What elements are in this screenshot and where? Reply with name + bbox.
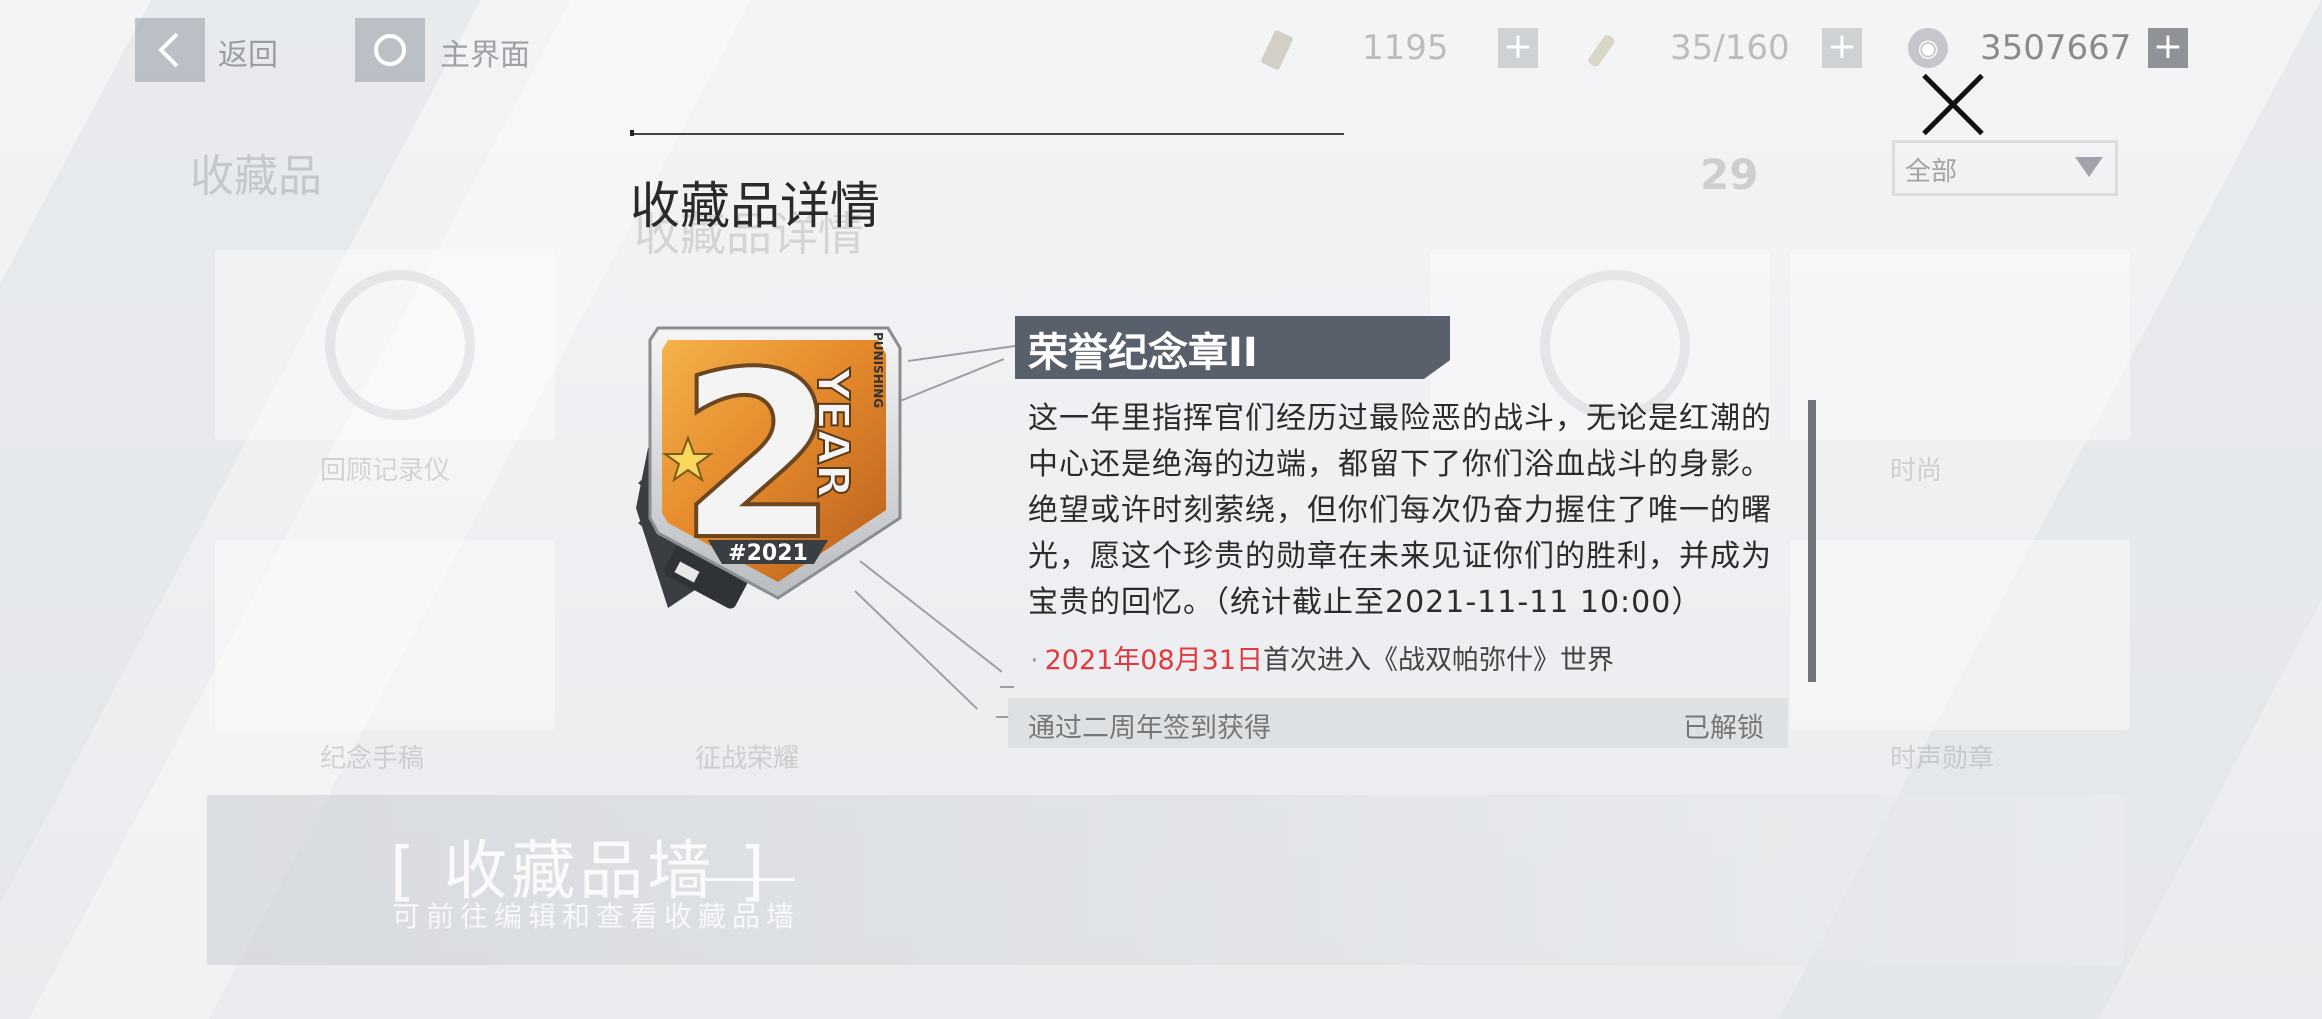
bg-filter-value: 全部: [1905, 157, 1958, 187]
medal-brand-text: PUNISHING: [871, 332, 885, 408]
coin-count: 3507667: [1980, 28, 2132, 68]
coin-icon: ◉: [1908, 28, 1948, 68]
connector-line: [1000, 686, 1014, 688]
home-label: 主界面: [440, 38, 530, 73]
bg-grid-label: 时尚: [1890, 456, 1943, 486]
bg-grid-label: 征战荣耀: [695, 744, 800, 774]
medal-image: 2 YEAR PUNISHING #2021: [636, 322, 902, 609]
blackcard-count: 1195: [1362, 28, 1449, 68]
blackcard-icon: [1261, 30, 1293, 70]
chevron-left-icon: [158, 32, 179, 68]
banner-divider: [700, 878, 795, 881]
chevron-down-icon: [2075, 157, 2103, 177]
bullet-icon: ·: [1030, 645, 1039, 676]
item-description: 这一年里指挥官们经历过最险恶的战斗，无论是红潮的中心还是绝海的边端，都留下了你们…: [1028, 401, 1772, 620]
unlock-status: 已解锁: [1683, 713, 1764, 744]
medal-year-text: YEAR: [807, 367, 858, 498]
first-entry-text: 首次进入《战双帕弥什》世界: [1263, 645, 1615, 676]
bg-filter-select: 全部: [1892, 140, 2118, 196]
bg-grid-label: 纪念手稿: [320, 744, 425, 774]
bg-grid-cell: [215, 540, 555, 730]
serum-icon: [1588, 35, 1615, 67]
serum-count: 35/160: [1670, 28, 1790, 68]
bg-grid-cell: [215, 250, 555, 440]
banner-subtitle: 可前往编辑和查看收藏品墙: [392, 900, 801, 933]
back-label: 返回: [218, 38, 278, 73]
modal-title: 收藏品详情: [630, 177, 880, 235]
description-scrollbar[interactable]: [1808, 400, 1816, 682]
bg-grid-cell: [1790, 250, 2130, 440]
medal-tag-text: #2021: [728, 541, 808, 566]
bg-page-title: 收藏品: [190, 151, 322, 202]
add-blackcard-button[interactable]: +: [1498, 28, 1538, 68]
circle-icon: [374, 34, 406, 66]
home-button[interactable]: [355, 18, 425, 82]
bg-grid-label: 时声勋章: [1890, 744, 1995, 774]
add-serum-button[interactable]: +: [1822, 28, 1862, 68]
obtain-method: 通过二周年签到获得: [1028, 713, 1271, 744]
bg-count: 29: [1700, 150, 1759, 199]
first-entry-date: 2021年08月31日: [1044, 645, 1264, 676]
item-name: 荣誉纪念章II: [1028, 330, 1258, 376]
first-entry-date-line: · 2021年08月31日首次进入《战双帕弥什》世界: [1030, 638, 1614, 677]
add-coin-button[interactable]: +: [2148, 28, 2188, 68]
back-button[interactable]: [135, 18, 205, 82]
modal-top-divider: [630, 130, 1344, 136]
close-icon[interactable]: [1918, 70, 1988, 140]
bg-grid-cell: [1790, 540, 2130, 730]
bg-grid-label: 回顾记录仪: [320, 456, 451, 486]
